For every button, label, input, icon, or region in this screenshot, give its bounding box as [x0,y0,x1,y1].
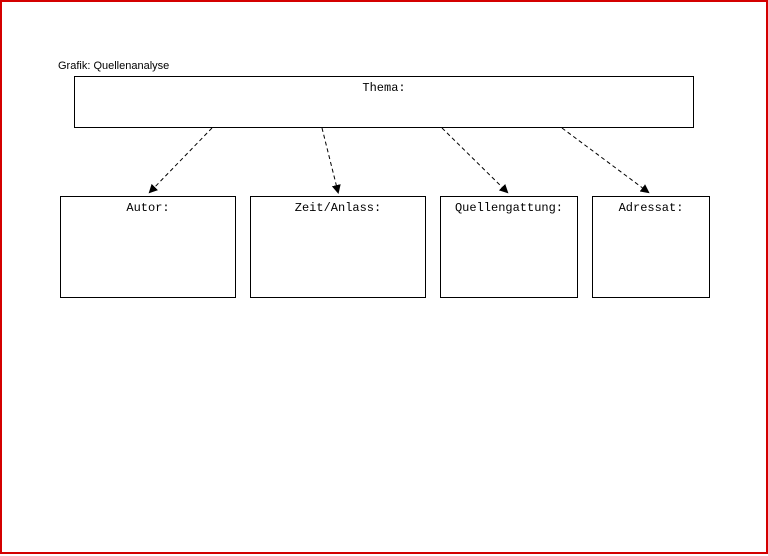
label-thema: Thema: [75,77,693,95]
arrow-to-adressat [562,128,648,192]
box-zeit: Zeit/Anlass: [250,196,426,298]
box-adressat: Adressat: [592,196,710,298]
arrow-to-zeit [322,128,338,192]
arrow-to-quellengattung [442,128,507,192]
box-thema: Thema: [74,76,694,128]
box-quellengattung: Quellengattung: [440,196,578,298]
label-adressat: Adressat: [593,197,709,215]
box-autor: Autor: [60,196,236,298]
diagram-title: Grafik: Quellenanalyse [58,60,169,72]
label-autor: Autor: [61,197,235,215]
label-zeit: Zeit/Anlass: [251,197,425,215]
arrow-to-autor [150,128,212,192]
label-quellengattung: Quellengattung: [441,197,577,215]
